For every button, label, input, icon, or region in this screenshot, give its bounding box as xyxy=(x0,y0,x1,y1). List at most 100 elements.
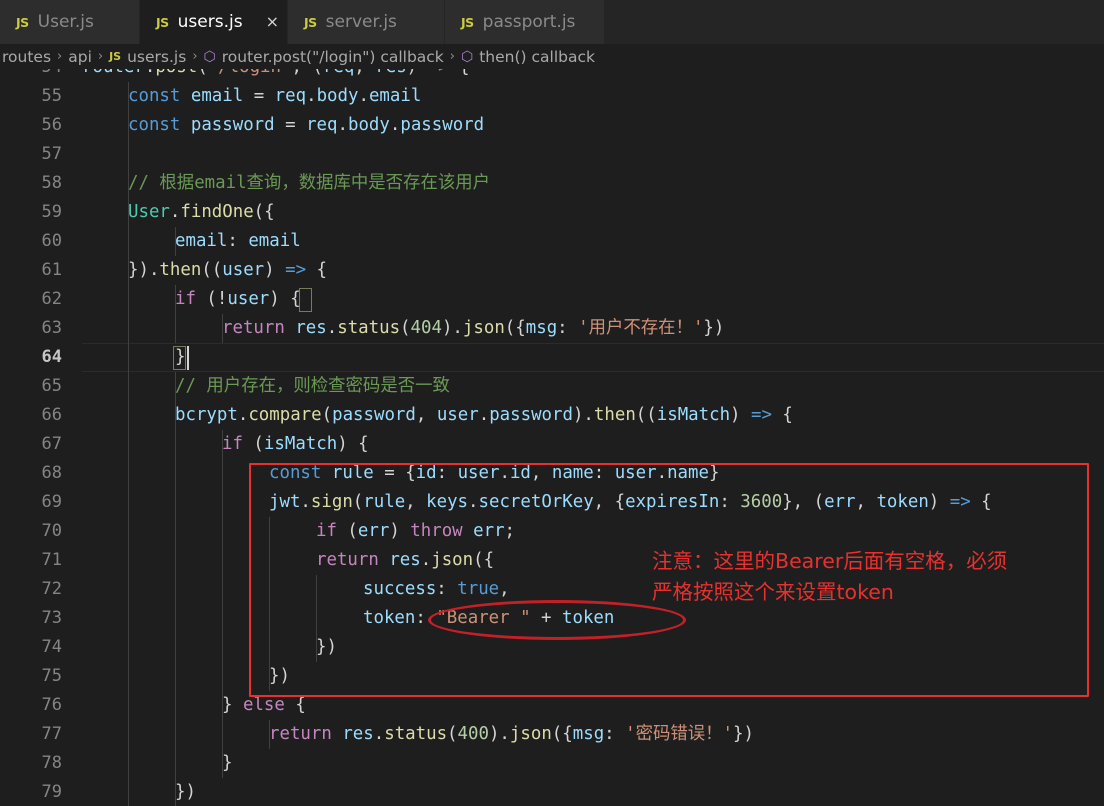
code-line-text: jwt.sign(rule, keys.secretOrKey, {expire… xyxy=(269,492,992,512)
code-line-71[interactable]: 71 return res.json({ xyxy=(0,546,1104,575)
code-line-68[interactable]: 68 const rule = {id: user.id, name: user… xyxy=(0,459,1104,488)
code-line-text: if (isMatch) { xyxy=(222,434,369,454)
code-line-65[interactable]: 65 // 用户存在，则检查密码是否一致 xyxy=(0,372,1104,401)
code-line-75[interactable]: 75 }) xyxy=(0,662,1104,691)
code-line-62[interactable]: 62 if (!user) { xyxy=(0,285,1104,314)
breadcrumb-item-users-js[interactable]: JS users.js xyxy=(109,48,186,66)
tab-user-js[interactable]: JS User.js xyxy=(0,0,140,44)
breadcrumb: routes › api › JS users.js › ⬡ router.po… xyxy=(0,44,1104,69)
text-cursor xyxy=(187,346,189,370)
js-file-icon: JS xyxy=(16,14,29,30)
js-file-icon: JS xyxy=(156,14,169,30)
breadcrumb-label: then() callback xyxy=(479,47,595,66)
code-line-64[interactable]: 64 } xyxy=(0,343,1104,372)
code-line-60[interactable]: 60 email: email xyxy=(0,227,1104,256)
line-number: 74 xyxy=(41,637,62,657)
code-line-text: }) xyxy=(316,637,337,657)
breadcrumb-separator-icon: › xyxy=(97,49,104,64)
breadcrumb-item-then-callback[interactable]: ⬡ then() callback xyxy=(461,48,595,66)
code-line-55[interactable]: 55 const email = req.body.email xyxy=(0,82,1104,111)
vscode-window: JS User.js JS users.js × JS server.js JS… xyxy=(0,0,1104,806)
editor-tab-bar: JS User.js JS users.js × JS server.js JS… xyxy=(0,0,1104,44)
code-line-text: // 用户存在，则检查密码是否一致 xyxy=(175,376,450,396)
code-line-text: const rule = {id: user.id, name: user.na… xyxy=(269,463,720,483)
line-number: 54 xyxy=(0,69,62,82)
tab-server-js[interactable]: JS server.js xyxy=(288,0,445,44)
line-number: 57 xyxy=(41,144,62,164)
breadcrumb-label: routes xyxy=(2,47,52,66)
code-line-text: // 根据email查询，数据库中是否存在该用户 xyxy=(128,173,491,193)
line-number: 75 xyxy=(41,666,62,686)
breadcrumb-separator-icon: › xyxy=(192,49,198,64)
line-number: 76 xyxy=(41,695,62,715)
close-icon[interactable]: × xyxy=(266,12,279,32)
code-line-61[interactable]: 61 }).then((user) => { xyxy=(0,256,1104,285)
breadcrumb-item-routes[interactable]: routes xyxy=(2,48,51,66)
code-line-text: return res.status(400).json({msg: '密码错误！… xyxy=(269,724,754,744)
breadcrumb-separator-icon: › xyxy=(449,49,455,64)
code-line-79[interactable]: 79 }) xyxy=(0,778,1104,806)
code-line-72[interactable]: 72 success: true, xyxy=(0,575,1104,604)
code-line-59[interactable]: 59 User.findOne({ xyxy=(0,198,1104,227)
code-line-text: User.findOne({ xyxy=(128,202,275,222)
code-line-text: if (err) throw err; xyxy=(316,521,516,541)
tab-bar-empty-space xyxy=(605,0,1104,44)
line-number: 56 xyxy=(41,115,62,135)
tab-users-js[interactable]: JS users.js × xyxy=(140,0,288,44)
line-number: 58 xyxy=(41,173,62,193)
line-number: 61 xyxy=(41,260,62,280)
code-line-69[interactable]: 69 jwt.sign(rule, keys.secretOrKey, {exp… xyxy=(0,488,1104,517)
line-number: 63 xyxy=(41,318,62,338)
code-line-63[interactable]: 63 return res.status(404).json({msg: '用户… xyxy=(0,314,1104,343)
tab-label: User.js xyxy=(37,12,94,32)
symbol-function-icon: ⬡ xyxy=(461,48,474,65)
code-line-57[interactable]: 57 xyxy=(0,140,1104,169)
code-line-text: return res.json({ xyxy=(316,550,495,570)
code-line-56[interactable]: 56 const password = req.body.password xyxy=(0,111,1104,140)
line-number: 71 xyxy=(41,550,62,570)
code-line-73[interactable]: 73 token: "Bearer " + token xyxy=(0,604,1104,633)
code-line-text: const email = req.body.email xyxy=(128,86,422,106)
js-file-icon: JS xyxy=(109,50,122,63)
tab-label: users.js xyxy=(177,12,243,32)
code-line-54[interactable]: 54 router.post("/login", (req, res) => { xyxy=(0,69,1104,82)
tab-passport-js[interactable]: JS passport.js xyxy=(445,0,605,44)
breadcrumb-label: api xyxy=(68,47,92,66)
line-number: 72 xyxy=(41,579,62,599)
code-line-77[interactable]: 77 return res.status(400).json({msg: '密码… xyxy=(0,720,1104,749)
line-number: 59 xyxy=(41,202,62,222)
code-line-58[interactable]: 58 // 根据email查询，数据库中是否存在该用户 xyxy=(0,169,1104,198)
line-number: 67 xyxy=(41,434,62,454)
code-line-text: if (!user) { xyxy=(175,289,301,309)
line-number: 78 xyxy=(41,753,62,773)
code-line-78[interactable]: 78 } xyxy=(0,749,1104,778)
line-number: 62 xyxy=(41,289,62,309)
line-number: 68 xyxy=(41,463,62,483)
code-line-74[interactable]: 74 }) xyxy=(0,633,1104,662)
code-line-text: bcrypt.compare(password, user.password).… xyxy=(175,405,793,425)
code-line-66[interactable]: 66 bcrypt.compare(password, user.passwor… xyxy=(0,401,1104,430)
code-line-text: }).then((user) => { xyxy=(128,260,328,280)
code-line-67[interactable]: 67 if (isMatch) { xyxy=(0,430,1104,459)
code-editor[interactable]: 54 router.post("/login", (req, res) => {… xyxy=(0,69,1104,806)
code-line-text: const password = req.body.password xyxy=(128,115,485,135)
code-line-text: } else { xyxy=(222,695,306,715)
code-line-text: return res.status(404).json({msg: '用户不存在… xyxy=(222,318,725,338)
tab-label: server.js xyxy=(325,12,397,32)
code-line-76[interactable]: 76 } else { xyxy=(0,691,1104,720)
line-number: 65 xyxy=(41,376,62,396)
js-file-icon: JS xyxy=(304,14,317,30)
code-line-text: success: true, xyxy=(363,579,510,599)
code-line-70[interactable]: 70 if (err) throw err; xyxy=(0,517,1104,546)
breadcrumb-item-api[interactable]: api xyxy=(68,48,92,66)
bracket-match-highlight xyxy=(173,346,186,370)
breadcrumb-label: router.post("/login") callback xyxy=(221,47,444,66)
tab-label: passport.js xyxy=(482,12,576,32)
code-line-text: } xyxy=(222,753,233,773)
breadcrumb-item-router-post-callback[interactable]: ⬡ router.post("/login") callback xyxy=(204,48,444,66)
code-line-text: }) xyxy=(175,782,196,802)
line-number: 79 xyxy=(41,782,62,802)
line-number: 64 xyxy=(41,347,62,367)
code-line-text: email: email xyxy=(175,231,301,251)
line-number: 70 xyxy=(41,521,62,541)
